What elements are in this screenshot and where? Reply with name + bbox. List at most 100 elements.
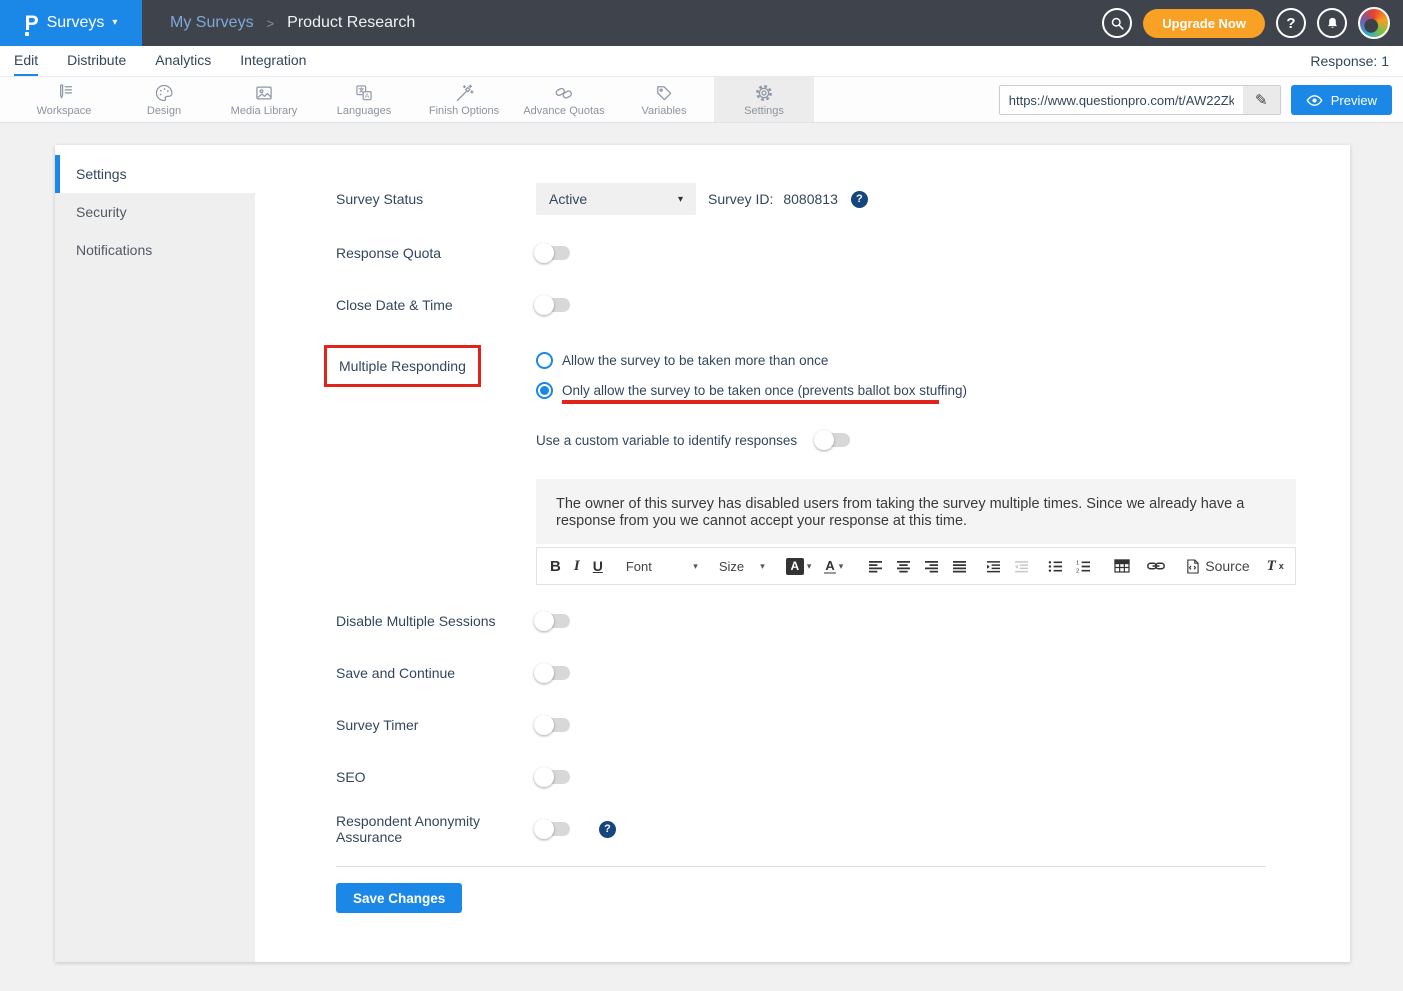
chevron-down-icon: ▾ [807,561,812,572]
toolbar-item-advance-quotas[interactable]: Advance Quotas [514,77,614,122]
anonymity-help-icon[interactable]: ? [599,821,616,838]
toolbar-item-settings[interactable]: Settings [714,77,814,122]
breadcrumb: My Surveys > Product Research [170,14,415,32]
link-icon [1147,560,1165,572]
bell-icon [1325,16,1340,31]
disable-sessions-toggle[interactable] [536,614,570,628]
edit-toolbar: Workspace Design Media Library A Languag… [0,77,1403,123]
survey-status-dropdown[interactable]: Active ▾ [536,183,696,215]
breadcrumb-separator-icon: > [267,16,275,31]
tab-integration[interactable]: Integration [240,46,306,76]
seo-toggle[interactable] [536,770,570,784]
preview-button[interactable]: Preview [1291,85,1392,115]
user-avatar[interactable] [1358,7,1390,39]
multiple-responding-label: Multiple Responding [339,358,466,374]
survey-nav-tabs: Edit Distribute Analytics Integration Re… [0,46,1403,77]
surveys-product-menu[interactable]: P Surveys ▾ [0,0,142,46]
align-left-button[interactable] [868,560,883,573]
save-continue-toggle[interactable] [536,666,570,680]
radio-unselected-icon [536,352,553,369]
breadcrumb-current-survey: Product Research [287,14,415,32]
topbar-actions: Upgrade Now ? [1102,7,1403,39]
close-date-toggle[interactable] [536,298,570,312]
align-center-button[interactable] [896,560,911,573]
survey-status-label: Survey Status [336,191,536,207]
numbered-list-icon: 12 [1076,560,1091,573]
multiple-responding-options: Allow the survey to be taken more than o… [536,345,967,404]
text-color-button[interactable]: A ▾ [824,559,843,574]
search-button[interactable] [1102,8,1132,38]
chevron-down-icon: ▾ [693,561,698,572]
align-justify-button[interactable] [952,560,967,573]
insert-table-button[interactable] [1114,559,1130,573]
toolbar-item-media-library[interactable]: Media Library [214,77,314,122]
save-continue-label: Save and Continue [336,665,536,681]
font-dropdown[interactable]: Font ▾ [626,559,698,574]
notifications-button[interactable] [1317,8,1347,38]
size-dropdown[interactable]: Size ▾ [719,559,765,574]
outdent-button[interactable] [1014,560,1029,573]
indent-button[interactable] [986,560,1001,573]
bullet-list-button[interactable] [1048,560,1063,573]
svg-text:2: 2 [1076,568,1079,572]
tab-analytics[interactable]: Analytics [155,46,211,76]
close-date-label: Close Date & Time [336,297,536,313]
toolbar-item-languages[interactable]: A Languages [314,77,414,122]
upgrade-now-button[interactable]: Upgrade Now [1143,9,1265,38]
bold-button[interactable]: B [550,558,561,575]
response-quota-toggle[interactable] [536,246,570,260]
workspace-icon [53,83,75,103]
indent-icon [986,560,1001,573]
anonymity-toggle[interactable] [536,822,570,836]
source-button[interactable]: Source [1186,558,1249,574]
custom-variable-row: Use a custom variable to identify respon… [536,430,1350,450]
chevron-down-icon: ▾ [760,561,765,572]
toolbar-item-workspace[interactable]: Workspace [14,77,114,122]
svg-text:1: 1 [1076,560,1079,566]
help-button[interactable]: ? [1276,8,1306,38]
eye-icon [1306,94,1323,107]
save-changes-button[interactable]: Save Changes [336,883,462,913]
survey-timer-toggle[interactable] [536,718,570,732]
background-color-button[interactable]: A ▾ [786,558,812,575]
anonymity-row: Respondent Anonymity Assurance ? [336,819,1350,839]
image-icon [253,83,275,103]
seo-label: SEO [336,769,536,785]
italic-button[interactable]: I [574,558,580,575]
align-right-button[interactable] [924,560,939,573]
product-name: Surveys [47,14,105,32]
toolbar-item-variables[interactable]: Variables [614,77,714,122]
custom-variable-toggle[interactable] [816,433,850,447]
radio-selected-icon [536,382,553,399]
edit-url-button[interactable]: ✎ [1243,86,1280,114]
disable-sessions-label: Disable Multiple Sessions [336,613,536,629]
radio-only-once[interactable]: Only allow the survey to be taken once (… [536,382,967,399]
toolbar-item-design[interactable]: Design [114,77,214,122]
survey-id-help-icon[interactable]: ? [851,191,868,208]
survey-id-value: 8080813 [783,191,838,207]
multiple-responding-row: Multiple Responding Allow the survey to … [336,345,1350,404]
top-bar: P Surveys ▾ My Surveys > Product Researc… [0,0,1403,46]
tab-distribute[interactable]: Distribute [67,46,126,76]
breadcrumb-my-surveys[interactable]: My Surveys [170,14,254,32]
underline-button[interactable]: U [593,558,603,574]
tab-edit[interactable]: Edit [14,46,38,76]
settings-sidebar: Settings Security Notifications [55,145,255,962]
tag-icon [653,83,675,103]
toolbar-right-group: ✎ Preview [999,85,1392,115]
annotation-red-underline [562,400,939,404]
toolbar-item-finish-options[interactable]: Finish Options [414,77,514,122]
sidebar-item-security[interactable]: Security [55,193,255,231]
sidebar-item-settings[interactable]: Settings [55,155,255,193]
radio-allow-multiple[interactable]: Allow the survey to be taken more than o… [536,352,967,369]
survey-status-row: Survey Status Active ▾ Survey ID: 808081… [336,183,1350,215]
richtext-toolbar: B I U Font ▾ Size ▾ A ▾ A ▾ [536,547,1296,585]
sidebar-item-notifications[interactable]: Notifications [55,231,255,269]
remove-format-button[interactable]: Tx [1267,558,1284,575]
disable-sessions-row: Disable Multiple Sessions [336,611,1350,631]
source-code-icon [1186,559,1199,574]
insert-link-button[interactable] [1147,560,1165,572]
survey-url-input[interactable] [1000,86,1243,114]
multiple-response-message[interactable]: The owner of this survey has disabled us… [536,479,1296,544]
numbered-list-button[interactable]: 12 [1076,560,1091,573]
